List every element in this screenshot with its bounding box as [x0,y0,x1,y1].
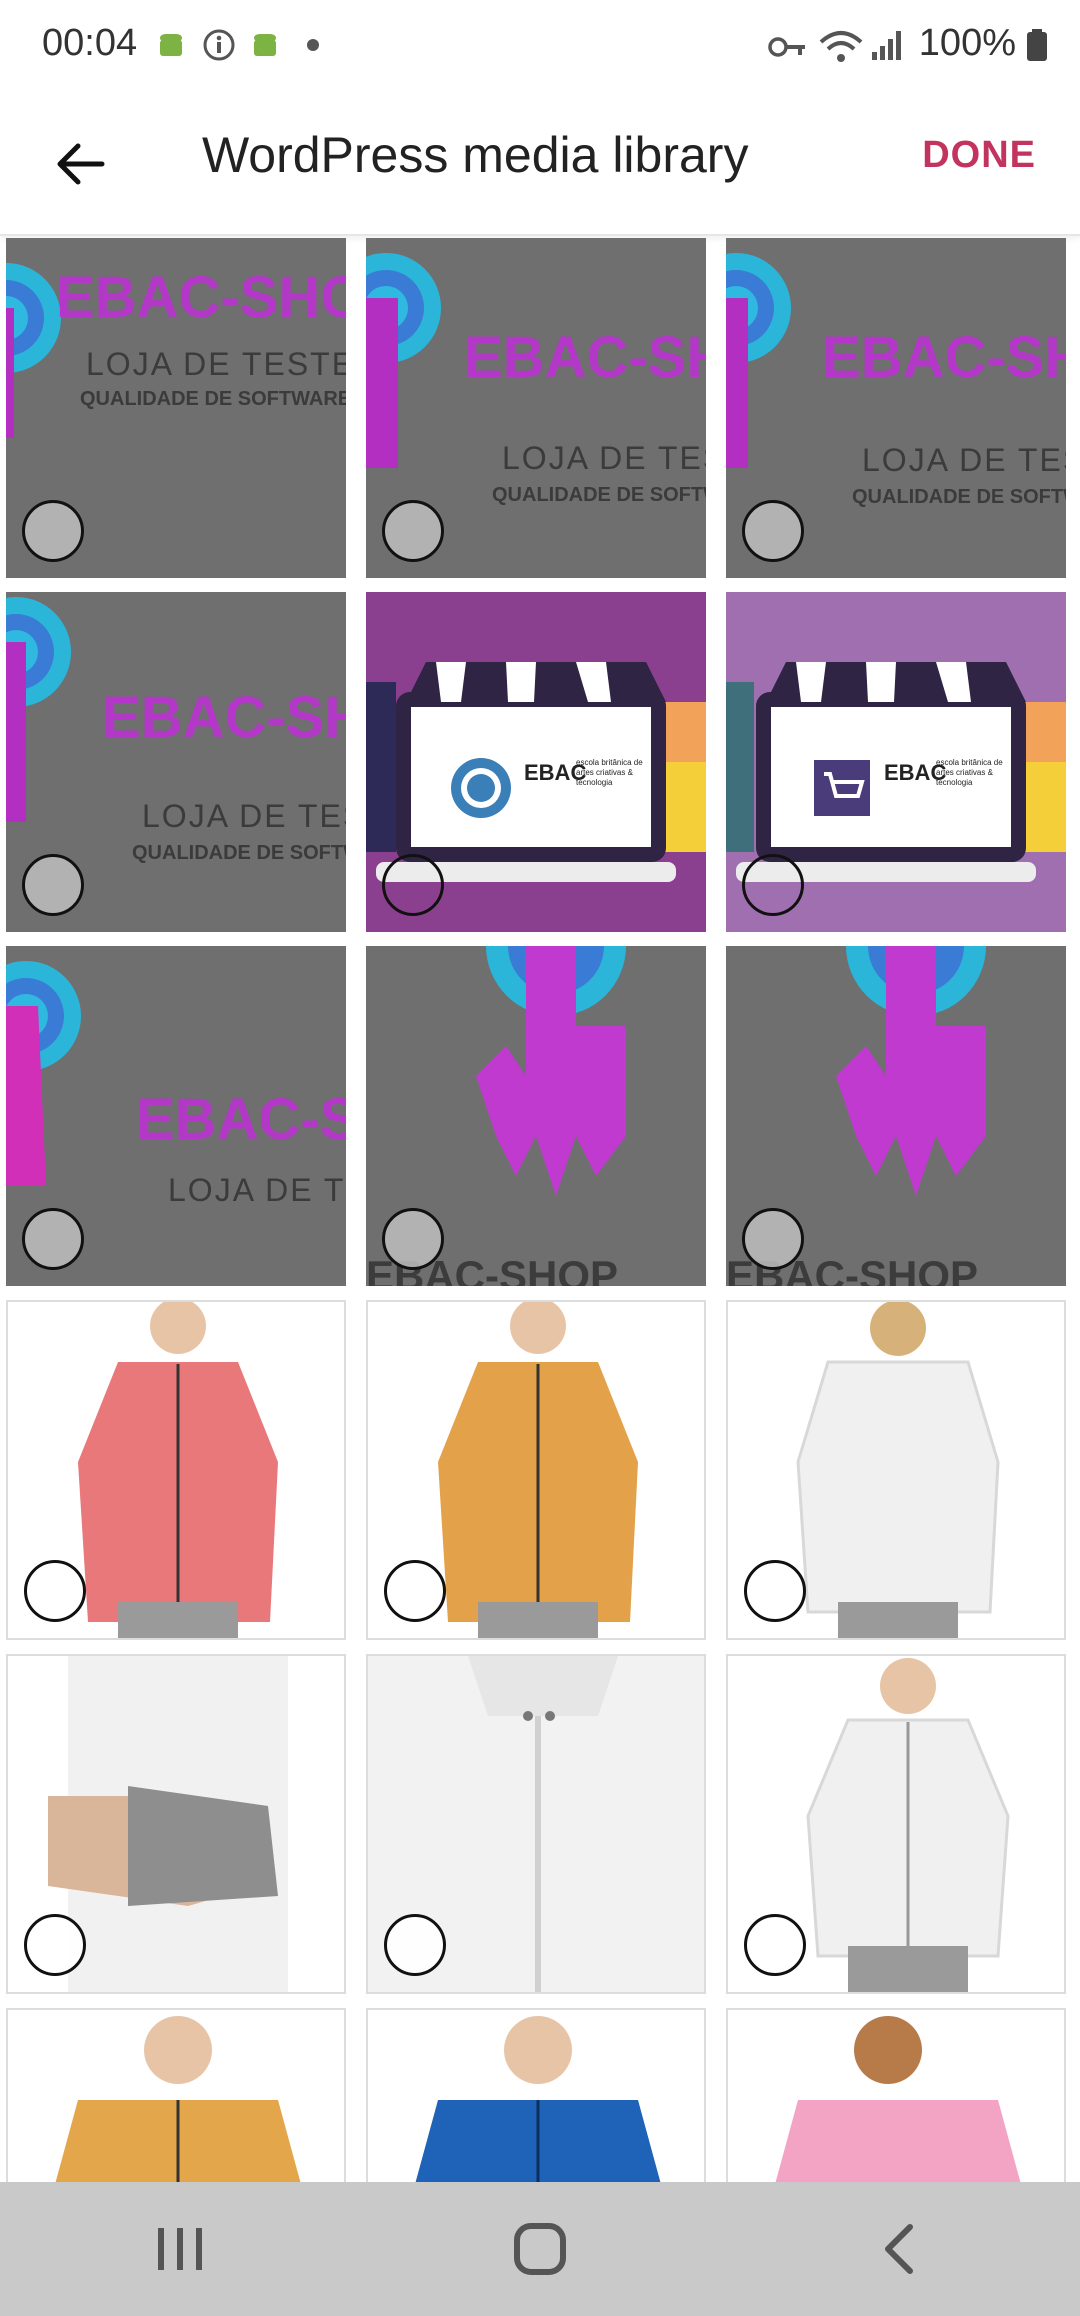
pink-top-photo [775,2016,1021,2182]
done-button[interactable]: DONE [922,134,1036,177]
select-checkbox[interactable] [742,854,804,916]
logo-subtitle: LOJA DE TESTES [86,346,346,382]
back-nav-icon [885,2224,913,2274]
logo-subtitle: LOJA DE TESTES [168,1172,346,1208]
hand-pointer-icon [476,946,626,1196]
media-grid: EBAC-SHOP LOJA DE TESTES QUALIDADE DE SO… [6,238,1074,2182]
media-item[interactable] [726,1300,1066,1640]
app-bar: WordPress media library DONE [0,94,1080,236]
back-nav-button[interactable] [840,2199,960,2299]
logo-title: EBAC-SHOP [56,265,346,330]
hand-pointer-icon [366,253,441,468]
media-item[interactable]: EBAC-SHOP LOJA DE TESTES QUALIDADE DE SO… [6,238,346,578]
select-checkbox[interactable] [742,1208,804,1270]
media-item[interactable]: EBAC-SHOP LOJA DE TESTES [6,946,346,1286]
ebac-tagline: escola britânica de artes criativas & te… [936,758,1003,787]
logo-subtitle: LOJA DE TESTES [502,440,706,476]
logo-subtitle: LOJA DE TESTES [862,442,1066,478]
home-button[interactable] [480,2199,600,2299]
media-item[interactable] [6,1654,346,1994]
wifi-icon [819,31,863,62]
select-checkbox[interactable] [382,500,444,562]
home-icon [514,2223,566,2275]
select-checkbox[interactable] [742,500,804,562]
select-checkbox[interactable] [22,854,84,916]
media-item[interactable] [726,1654,1066,1994]
arrow-left-icon [57,143,105,185]
media-item[interactable] [726,2008,1066,2182]
dot-icon [307,39,319,51]
select-checkbox[interactable] [744,1560,806,1622]
back-button[interactable] [40,124,120,204]
page-title: WordPress media library [202,127,749,183]
media-item[interactable]: EBAC escola britânica de artes criativas… [726,592,1066,932]
key-icon [768,37,805,57]
status-bar: 00:04 100% [0,0,1080,94]
select-checkbox[interactable] [382,1208,444,1270]
media-item[interactable]: EBAC escola britânica de artes criativas… [366,592,706,932]
media-item[interactable]: EBAC-SHOP LOJA DE TESTES QUALIDADE DE SO… [6,592,346,932]
logo-title: EBAC-SHOP [136,1087,346,1152]
media-item[interactable] [366,1300,706,1640]
info-icon [203,29,235,61]
media-item[interactable]: EBAC-SHOP LOJA DE TESTES QUALIDADE DE SO… [726,238,1066,578]
recent-apps-icon [158,2228,202,2270]
select-checkbox[interactable] [384,1914,446,1976]
select-checkbox[interactable] [22,1208,84,1270]
hand-pointer-icon [6,597,71,822]
logo-title: EBAC-SHOP [464,325,706,390]
hand-pointer-icon [836,946,986,1196]
hand-pointer-icon [6,961,81,1186]
media-item[interactable]: EBAC-SHOP [366,946,706,1286]
signal-icon [872,31,901,60]
android-icon [254,34,276,56]
media-item[interactable] [6,1300,346,1640]
navigation-bar [0,2182,1080,2316]
orange-top-photo [55,2016,301,2182]
android-icon [160,34,182,56]
select-checkbox[interactable] [382,854,444,916]
select-checkbox[interactable] [24,1560,86,1622]
logo-caption: QUALIDADE DE SOFTWARE [852,486,1066,508]
logo-caption: QUALIDADE DE SOFTWARE [492,484,706,506]
select-checkbox[interactable] [24,1914,86,1976]
logo-caption: QUALIDADE DE SOFTWARE [80,388,346,410]
select-checkbox[interactable] [384,1560,446,1622]
media-item[interactable] [366,2008,706,2182]
logo-title: EBAC-SHOP [102,685,346,750]
battery-percentage: 100% [918,22,1016,64]
logo-subtitle: LOJA DE TESTES [142,798,346,834]
media-item[interactable]: EBAC-SHOP [726,946,1066,1286]
media-item[interactable]: EBAC-SHOP LOJA DE TESTES QUALIDADE DE SO… [366,238,706,578]
hand-pointer-icon [726,253,791,468]
logo-title: EBAC-SHOP [822,325,1066,390]
media-item[interactable] [366,1654,706,1994]
select-checkbox[interactable] [22,500,84,562]
media-item[interactable] [6,2008,346,2182]
ebac-tagline: escola britânica de artes criativas & te… [576,758,643,787]
status-time: 00:04 [42,22,138,64]
battery-icon [1027,29,1047,61]
logo-caption: QUALIDADE DE SOFTWARE [132,842,346,864]
recent-apps-button[interactable] [120,2199,240,2299]
blue-top-photo [415,2016,661,2182]
select-checkbox[interactable] [744,1914,806,1976]
